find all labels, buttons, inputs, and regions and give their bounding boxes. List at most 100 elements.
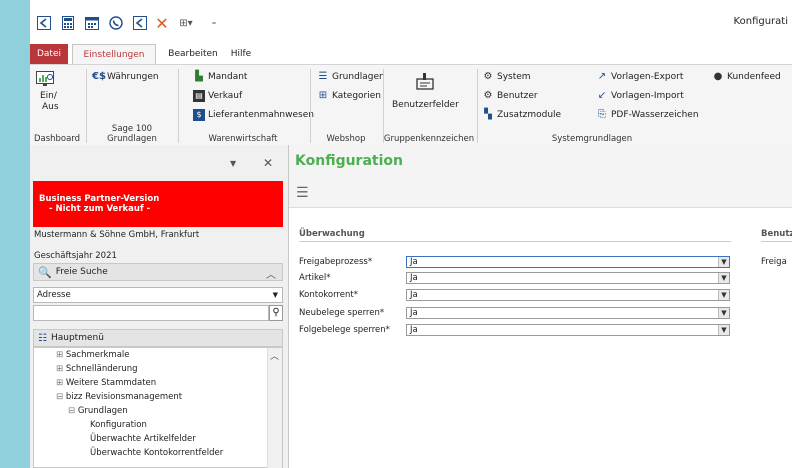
- main-content: Konfiguration ☰ Überwachung Benutze Frei…: [289, 145, 792, 468]
- field-label-neubelege-sperren: Neubelege sperren*: [299, 308, 385, 318]
- tree-item-schnellaenderung[interactable]: ⊞ Schnelländerung: [56, 364, 138, 374]
- tree-item-grundlagen[interactable]: ⊟ Grundlagen: [68, 406, 128, 416]
- group-label-dashboard: Dashboard: [33, 134, 81, 144]
- quick-access-toolbar: ✕ ⊞▾ ₌ Konfigurati: [30, 0, 792, 44]
- phone-icon[interactable]: [108, 15, 124, 31]
- gear-icon: ⚙: [483, 71, 493, 82]
- vorlagen-import-button[interactable]: ↙ Vorlagen-Import: [596, 90, 684, 102]
- form-fields-icon: [415, 71, 435, 94]
- search-icon: ⚲: [272, 307, 280, 318]
- tab-hilfe[interactable]: Hilfe: [226, 44, 256, 64]
- tree-item-label: Grundlagen: [77, 406, 128, 416]
- expand-plus-icon[interactable]: ⊞: [56, 378, 63, 388]
- benutzerfelder-label: Benutzerfelder: [392, 100, 459, 110]
- grundlagen-button[interactable]: ☰ Grundlagen: [317, 71, 385, 83]
- select-value: Ja: [410, 290, 418, 300]
- expand-plus-icon[interactable]: ⊞: [56, 350, 63, 360]
- back-icon[interactable]: [36, 15, 52, 31]
- zusatzmodule-label: Zusatzmodule: [497, 110, 562, 120]
- ribbon-separator: [477, 69, 478, 143]
- categories-icon: ⊞: [318, 90, 328, 101]
- grundlagen-label: Grundlagen: [332, 72, 385, 82]
- kategorien-label: Kategorien: [332, 91, 381, 101]
- dropdown-arrow-icon: ▼: [718, 290, 729, 300]
- collapse-minus-icon[interactable]: ⊟: [68, 406, 75, 416]
- vorlagen-export-button[interactable]: ↗ Vorlagen-Export: [596, 71, 684, 83]
- chevron-up-icon[interactable]: ︿: [266, 266, 276, 281]
- chevron-down-icon[interactable]: ▼: [230, 159, 236, 168]
- company-name: Mustermann & Söhne GmbH, Frankfurt: [34, 230, 200, 240]
- group-label-webshop: Webshop: [326, 134, 366, 144]
- mandant-button[interactable]: ▙ Mandant: [193, 71, 247, 83]
- dropdown-arrow-icon: ▼: [272, 291, 278, 299]
- import-arrow-icon: ↙: [597, 90, 607, 101]
- field-label-freigabe-right: Freiga: [761, 257, 787, 267]
- ribbon-separator: [310, 69, 311, 143]
- search-header-label: Freie Suche: [55, 267, 108, 277]
- close-x-icon[interactable]: ✕: [154, 14, 170, 33]
- ribbon-tabs: Datei Einstellungen Bearbeiten Hilfe: [30, 44, 792, 64]
- tree-item-label: Weitere Stammdaten: [65, 378, 157, 388]
- menu-hamburger-icon[interactable]: ☰: [296, 185, 309, 201]
- select-folgebelege-sperren[interactable]: Ja ▼: [406, 324, 730, 336]
- system-button[interactable]: ⚙ System: [482, 71, 531, 83]
- tree-item-ueberwachte-kontokorrentfelder[interactable]: Überwachte Kontokorrentfelder: [90, 448, 223, 458]
- mandant-label: Mandant: [208, 72, 248, 82]
- search-input[interactable]: [33, 305, 269, 321]
- gear-icon: ⚙: [483, 90, 493, 101]
- tree-item-sachmerkmale[interactable]: ⊞ Sachmerkmale: [56, 350, 130, 360]
- ribbon-separator: [383, 69, 384, 143]
- tree-item-bizz-revisionsmanagement[interactable]: ⊟ bizz Revisionsmanagement: [56, 392, 182, 402]
- field-label-kontokorrent: Kontokorrent*: [299, 290, 358, 300]
- kundenfeed-button[interactable]: ● Kundenfeed: [712, 71, 781, 83]
- select-neubelege-sperren[interactable]: Ja ▼: [406, 307, 730, 319]
- calendar-icon[interactable]: [84, 15, 100, 31]
- select-kontokorrent[interactable]: Ja ▼: [406, 289, 730, 301]
- benutzer-button[interactable]: ⚙ Benutzer: [482, 90, 538, 102]
- select-freigabeprozess[interactable]: Ja ▼: [406, 256, 730, 268]
- tab-einstellungen[interactable]: Einstellungen: [72, 44, 156, 64]
- tree-item-konfiguration[interactable]: Konfiguration: [90, 420, 147, 430]
- search-panel-header[interactable]: 🔍 Freie Suche ︿: [33, 263, 283, 281]
- search-button[interactable]: ⚲: [269, 305, 283, 321]
- search-icon: 🔍: [38, 265, 52, 279]
- customize-icon[interactable]: ₌: [206, 15, 222, 31]
- main-menu-header[interactable]: ☷ Hauptmenü: [33, 329, 283, 347]
- ein-aus-label-1: Ein/: [40, 91, 57, 101]
- lieferantenmahnwesen-button[interactable]: $ Lieferantenmahnwesen: [193, 109, 314, 121]
- search-scope-select[interactable]: Adresse ▼: [33, 287, 283, 303]
- field-label-freigabeprozess: Freigabeprozess*: [299, 257, 373, 267]
- calculator-icon[interactable]: [60, 15, 76, 31]
- collapse-minus-icon[interactable]: ⊟: [56, 392, 63, 402]
- ribbon-separator: [178, 69, 179, 143]
- expand-plus-icon[interactable]: ⊞: [56, 364, 63, 374]
- zusatzmodule-button[interactable]: ▚ Zusatzmodule: [482, 109, 561, 121]
- back-icon[interactable]: [132, 15, 148, 31]
- verkauf-button[interactable]: ▤ Verkauf: [193, 90, 242, 102]
- section-divider: [299, 241, 731, 242]
- tree-item-weitere-stammdaten[interactable]: ⊞ Weitere Stammdaten: [56, 378, 156, 388]
- main-menu-label: Hauptmenü: [50, 333, 104, 343]
- mahnwesen-icon: $: [193, 109, 205, 121]
- tree-item-ueberwachte-artikelfelder[interactable]: Überwachte Artikelfelder: [90, 434, 196, 444]
- ein-aus-button[interactable]: Ein/ Aus: [36, 71, 59, 112]
- kategorien-button[interactable]: ⊞ Kategorien: [317, 90, 381, 102]
- tab-datei[interactable]: Datei: [30, 44, 68, 64]
- scroll-up-icon[interactable]: ︿: [270, 349, 279, 362]
- pdf-wasserzeichen-button[interactable]: ⎘ PDF-Wasserzeichen: [596, 109, 699, 121]
- tree-item-label: Sachmerkmale: [65, 350, 130, 360]
- tab-bearbeiten[interactable]: Bearbeiten: [164, 44, 222, 64]
- dropdown-arrow-icon: ▼: [718, 308, 729, 318]
- search-scope-value: Adresse: [37, 290, 71, 300]
- navigation-panel: ▼ ✕ Business Partner-Version - Nicht zum…: [30, 145, 289, 468]
- customize-icon[interactable]: ⊞▾: [178, 15, 194, 31]
- benutzerfelder-button[interactable]: Benutzerfelder: [392, 71, 459, 110]
- select-artikel[interactable]: Ja ▼: [406, 272, 730, 284]
- dropdown-arrow-icon: ▼: [718, 257, 729, 267]
- close-icon[interactable]: ✕: [263, 156, 273, 170]
- tree-scrollbar[interactable]: ︿: [267, 348, 282, 468]
- lieferantenmahnwesen-label: Lieferantenmahnwesen: [208, 110, 314, 120]
- mandant-icon: ▙: [195, 71, 203, 82]
- pdf-icon: ⎘: [598, 109, 606, 120]
- waehrungen-button[interactable]: €$ Währungen: [92, 71, 159, 83]
